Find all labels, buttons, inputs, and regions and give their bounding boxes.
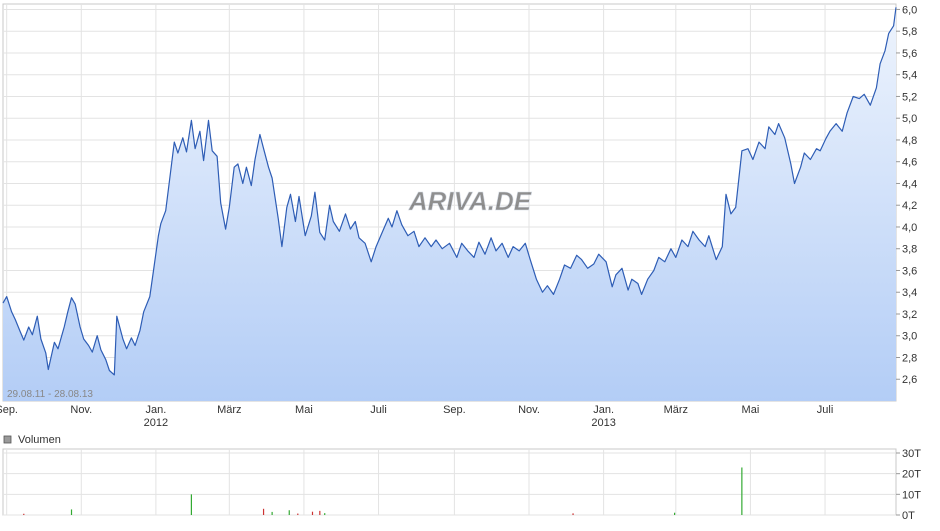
volume-tick-label: 20T (902, 469, 921, 481)
price-tick-label: 3,8 (902, 244, 917, 256)
volume-panel: 30T 20T 10T 0T (2, 448, 921, 522)
time-tick-label: Nov. (70, 404, 92, 416)
price-axis: 6,0 5,8 5,6 5,4 5,2 5,0 4,8 4,6 4,4 4,2 4,0 3,8 3,6 3… (896, 4, 917, 386)
volume-tick-label: 30T (902, 448, 921, 460)
year-label: 2012 (144, 417, 168, 429)
volume-legend-label: Volumen (18, 434, 61, 446)
price-tick-label: 5,6 (902, 48, 917, 60)
price-tick-label: 2,6 (902, 374, 917, 386)
price-tick-label: 3,6 (902, 265, 917, 277)
volume-tick-label: 0T (902, 510, 915, 522)
price-tick-label: 4,0 (902, 222, 917, 234)
time-axis: Sep.Nov.Jan.2012MärzMaiJuliSep.Nov.Jan.2… (0, 404, 833, 429)
price-tick-label: 3,0 (902, 331, 917, 343)
chart-svg: ARIVA.DE 29.08.11 - 28.08.13 6,0 5,8 5,6 5,… (0, 3, 921, 522)
price-tick-label: 3,2 (902, 309, 917, 321)
price-tick-label: 2,8 (902, 352, 917, 364)
price-tick-label: 4,6 (902, 157, 917, 169)
time-tick-label: Jan. (593, 404, 614, 416)
stock-chart: ARIVA.DE 29.08.11 - 28.08.13 6,0 5,8 5,6 5,… (0, 0, 940, 526)
price-tick-label: 5,2 (902, 91, 917, 103)
price-tick-label: 6,0 (902, 4, 917, 16)
time-tick-label: Jan. (146, 404, 167, 416)
time-tick-label: Mai (295, 404, 313, 416)
price-tick-label: 4,2 (902, 200, 917, 212)
time-tick-label: Sep. (443, 404, 466, 416)
volume-legend-swatch (3, 435, 12, 444)
time-tick-label: Sep. (0, 404, 18, 416)
watermark: ARIVA.DE (408, 186, 532, 216)
year-label: 2013 (591, 417, 615, 429)
time-tick-label: Mai (742, 404, 760, 416)
price-tick-label: 5,4 (902, 70, 917, 82)
time-tick-label: Juli (817, 404, 834, 416)
price-panel: ARIVA.DE 29.08.11 - 28.08.13 6,0 5,8 5,6 5,… (2, 3, 917, 402)
volume-tick-label: 10T (902, 489, 921, 501)
price-tick-label: 5,0 (902, 113, 917, 125)
time-tick-label: März (664, 404, 688, 416)
volume-axis: 30T 20T 10T 0T (896, 448, 921, 522)
date-range-label: 29.08.11 - 28.08.13 (7, 389, 93, 400)
price-tick-label: 4,4 (902, 178, 917, 190)
time-tick-label: Juli (370, 404, 387, 416)
time-tick-label: Nov. (518, 404, 540, 416)
price-tick-label: 5,8 (902, 26, 917, 38)
price-tick-label: 4,8 (902, 135, 917, 147)
volume-legend: Volumen (3, 434, 61, 446)
time-tick-label: März (217, 404, 241, 416)
volume-frame (2, 448, 897, 516)
price-tick-label: 3,4 (902, 287, 917, 299)
